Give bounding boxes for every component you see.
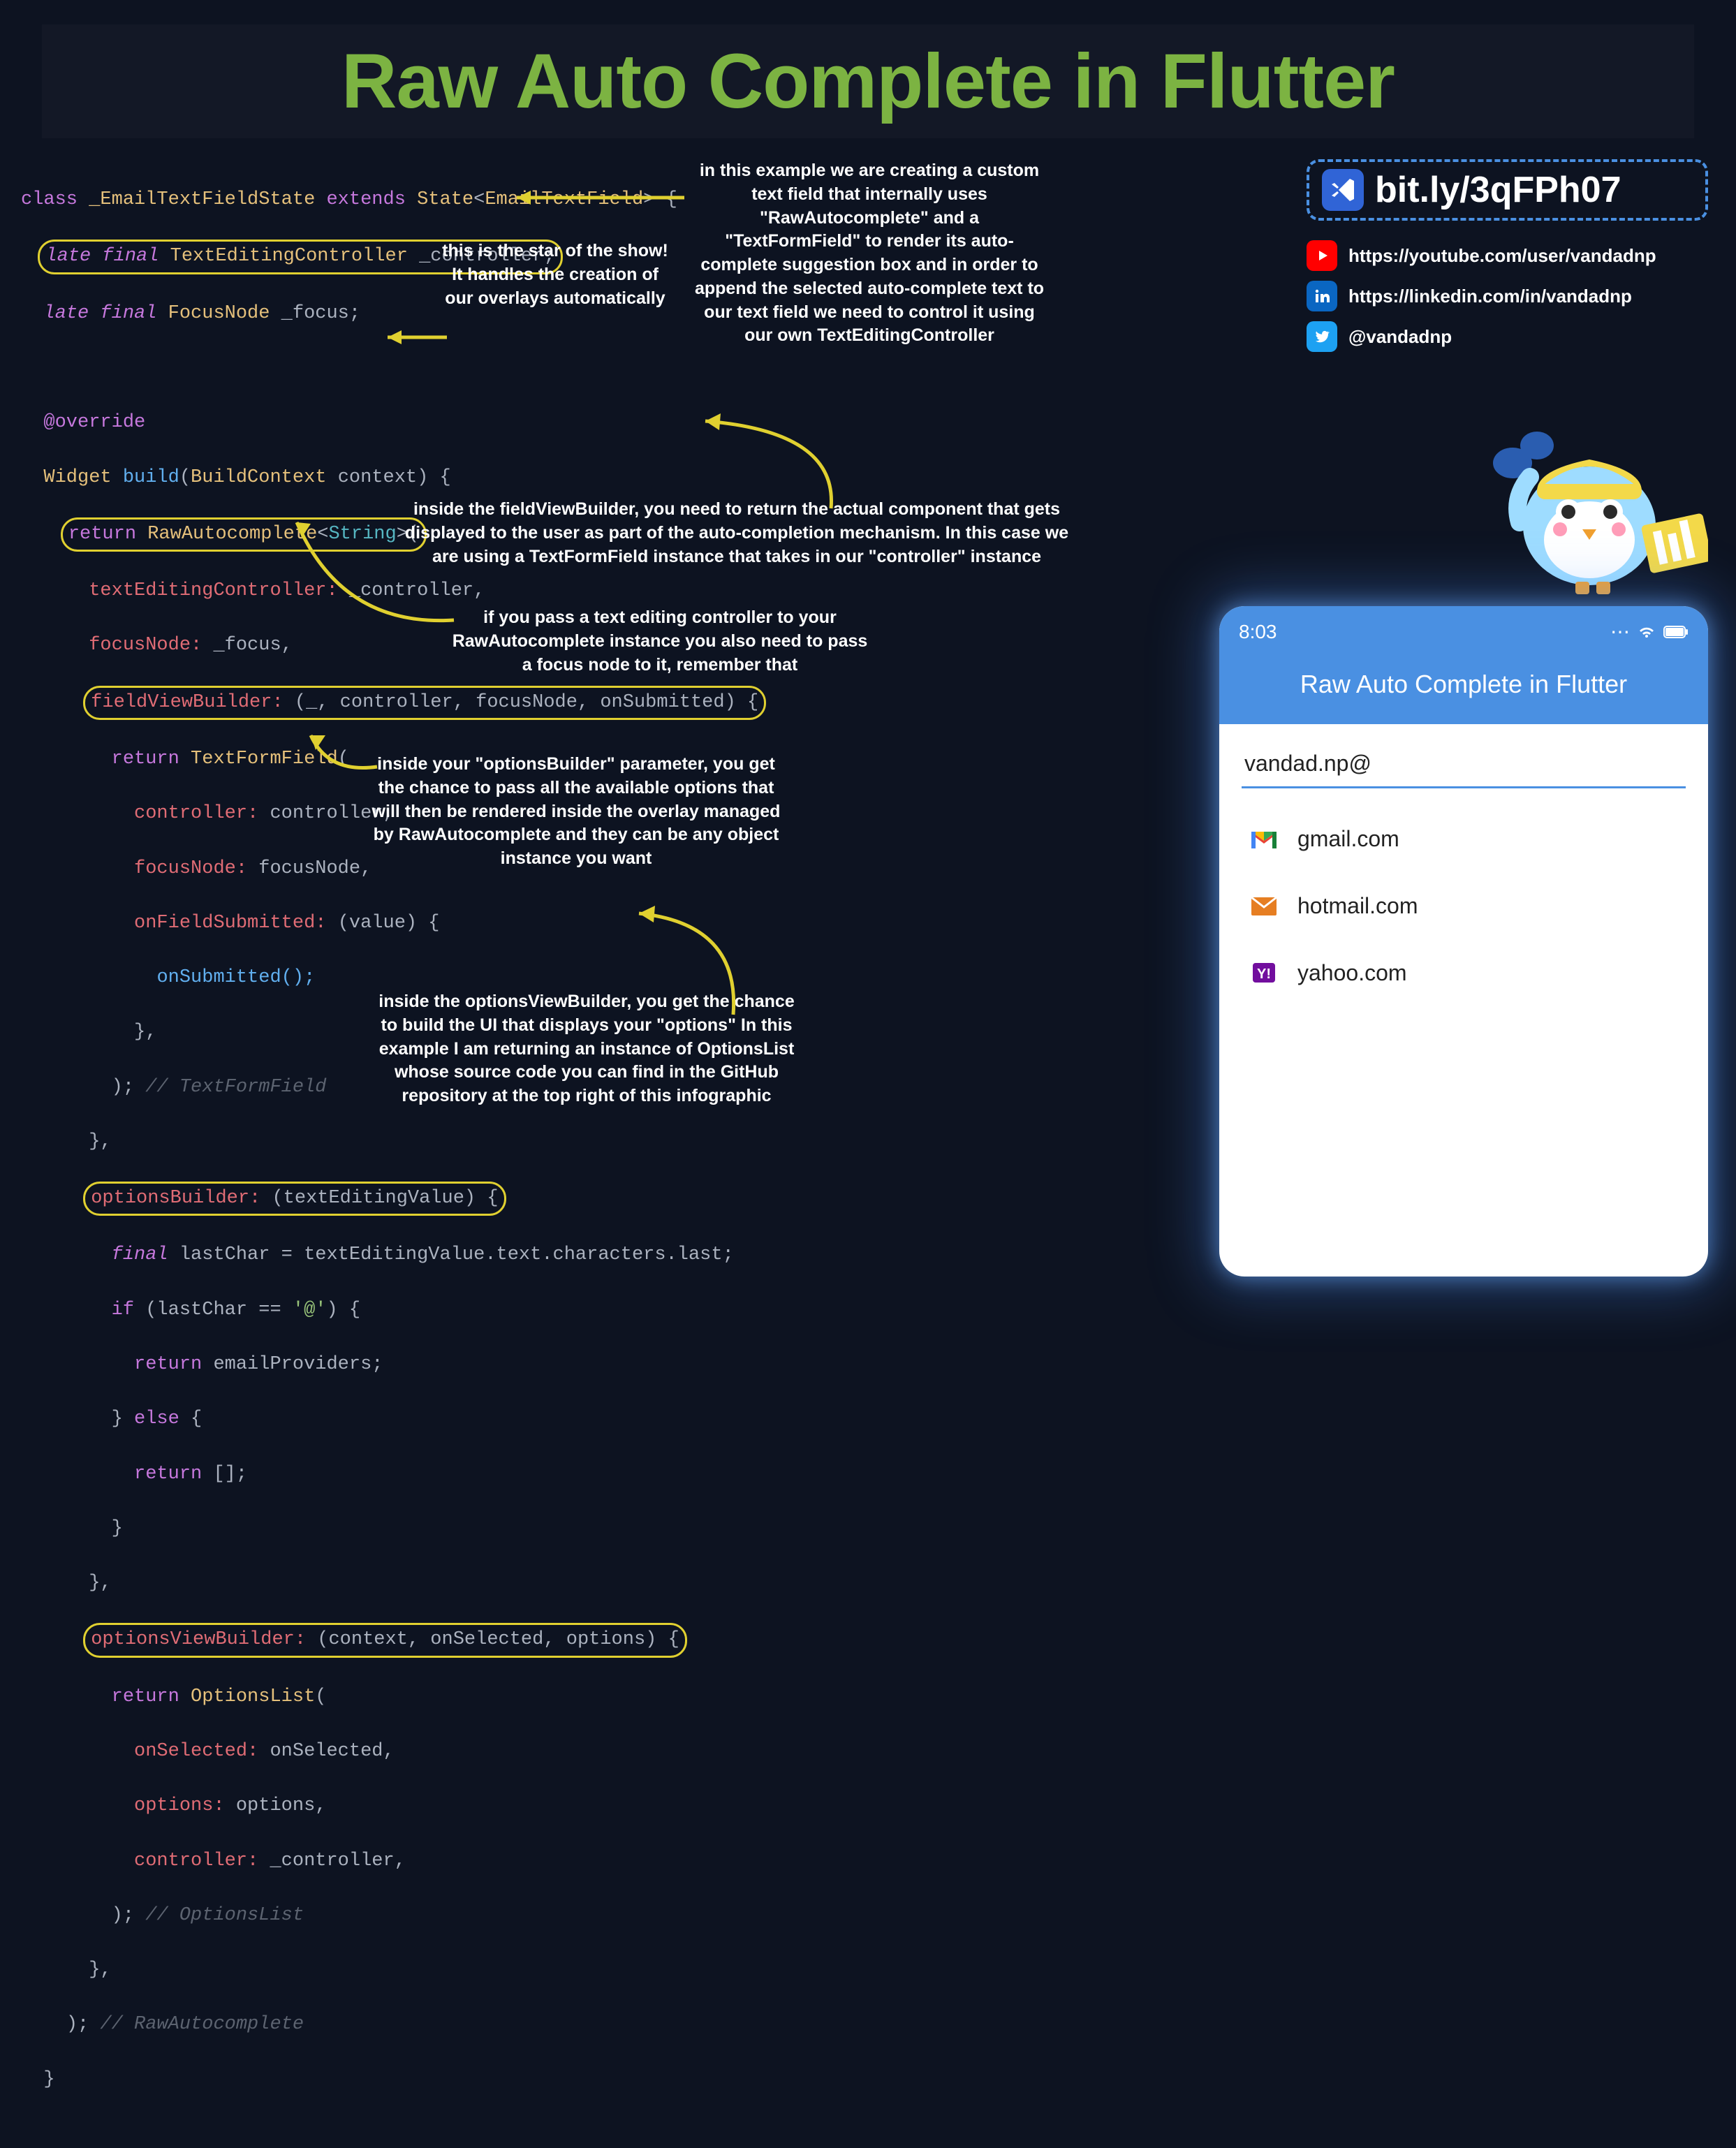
twitter-icon — [1307, 321, 1337, 352]
bitly-text: bit.ly/3qFPh07 — [1375, 169, 1621, 211]
linkedin-icon — [1307, 281, 1337, 311]
title-bar: Raw Auto Complete in Flutter — [42, 24, 1694, 138]
hotmail-icon — [1249, 890, 1279, 921]
svg-text:Y!: Y! — [1257, 966, 1271, 982]
bird-mascot-icon — [1471, 393, 1708, 603]
email-input[interactable]: vandad.np@ — [1242, 744, 1686, 788]
battery-icon — [1663, 626, 1689, 638]
annotation-star: this is the star of the show! It handles… — [440, 240, 670, 310]
autocomplete-option[interactable]: hotmail.com — [1242, 872, 1686, 939]
linkedin-link[interactable]: https://linkedin.com/in/vandadnp — [1307, 281, 1708, 311]
links-panel: bit.ly/3qFPh07 https://youtube.com/user/… — [1307, 159, 1708, 362]
phone-mockup: 8:03 ⋯ Raw Auto Complete in Flutter vand… — [1219, 606, 1708, 1277]
app-bar-title: Raw Auto Complete in Flutter — [1219, 650, 1708, 724]
autocomplete-option[interactable]: gmail.com — [1242, 805, 1686, 872]
dots-icon: ⋯ — [1610, 620, 1630, 643]
annotation-optionsbuilder: inside your "optionsBuilder" parameter, … — [363, 753, 789, 871]
youtube-text: https://youtube.com/user/vandadnp — [1348, 245, 1656, 267]
vscode-icon — [1322, 169, 1364, 211]
status-time: 8:03 — [1239, 621, 1277, 643]
wifi-icon — [1637, 625, 1656, 639]
page-title: Raw Auto Complete in Flutter — [42, 37, 1694, 126]
option-label: yahoo.com — [1297, 960, 1407, 986]
gmail-icon — [1249, 823, 1279, 854]
code-snippet: class _EmailTextFieldState extends State… — [21, 159, 859, 2148]
annotation-optionsview: inside the optionsViewBuilder, you get t… — [370, 990, 803, 1108]
annotation-focusnode: if you pass a text editing controller to… — [447, 606, 873, 677]
bitly-link[interactable]: bit.ly/3qFPh07 — [1307, 159, 1708, 221]
twitter-text: @vandadnp — [1348, 326, 1452, 348]
status-bar: 8:03 ⋯ — [1219, 606, 1708, 650]
option-label: gmail.com — [1297, 826, 1399, 852]
yahoo-icon: Y! — [1249, 957, 1279, 988]
annotation-fieldview: inside the fieldViewBuilder, you need to… — [391, 498, 1082, 568]
youtube-icon — [1307, 240, 1337, 271]
twitter-link[interactable]: @vandadnp — [1307, 321, 1708, 352]
youtube-link[interactable]: https://youtube.com/user/vandadnp — [1307, 240, 1708, 271]
linkedin-text: https://linkedin.com/in/vandadnp — [1348, 286, 1632, 307]
annotation-intro: in this example we are creating a custom… — [691, 159, 1047, 348]
option-label: hotmail.com — [1297, 893, 1418, 919]
autocomplete-option[interactable]: Y! yahoo.com — [1242, 939, 1686, 1006]
